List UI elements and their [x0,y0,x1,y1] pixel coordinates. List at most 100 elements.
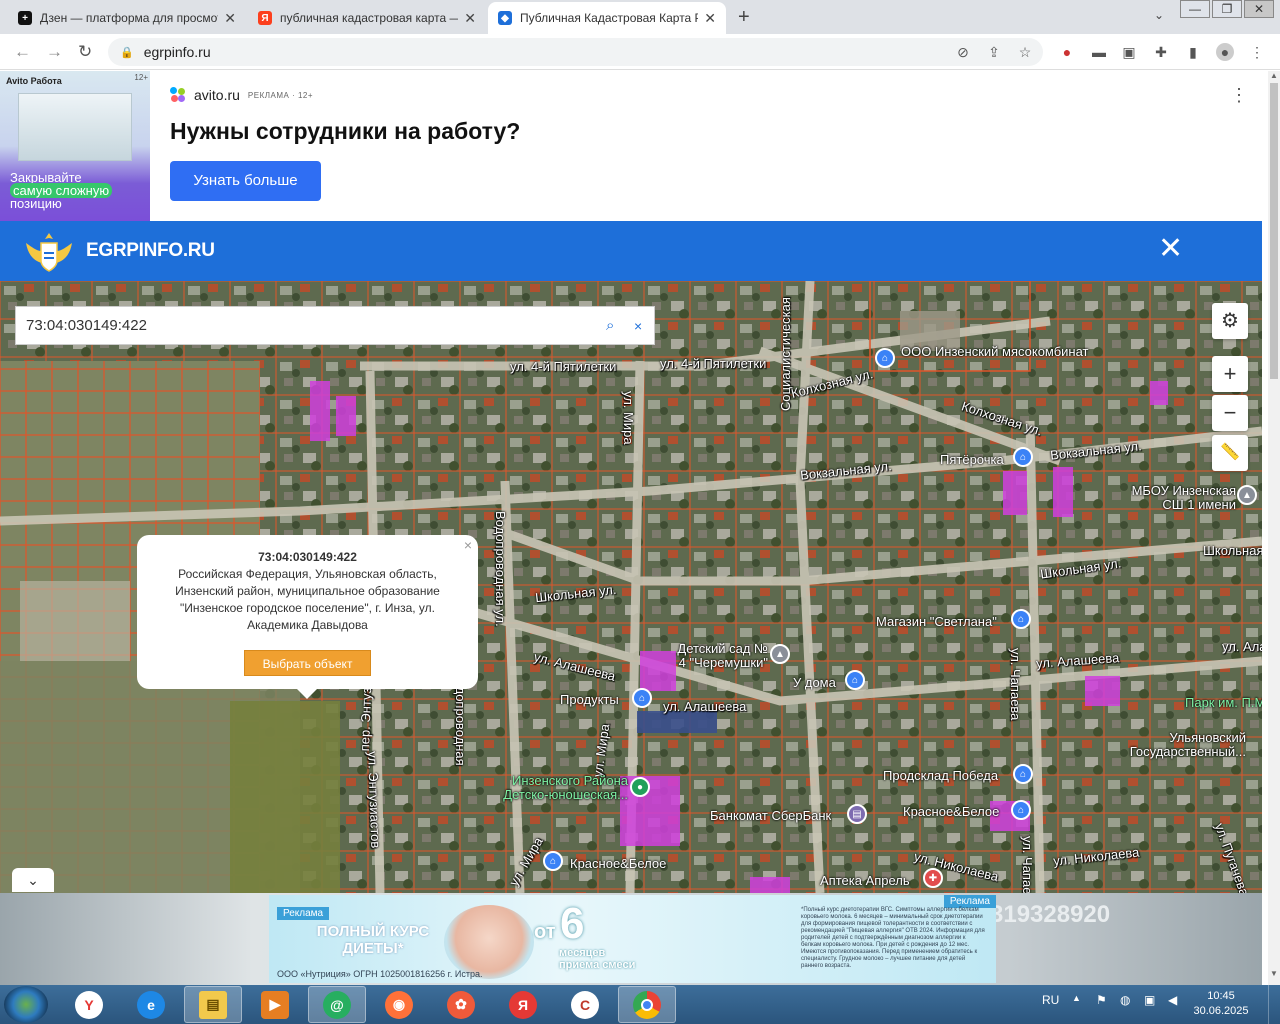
poi-label[interactable]: Инзенского Района Детско-юношеская... [470,774,628,802]
ad-company: ООО «Нутриция» ОГРН 1025001816256 г. Ист… [277,969,483,979]
shop-pin-icon[interactable]: ⌂ [543,851,563,871]
poi-label[interactable]: У дома [793,676,836,690]
tab-yandex[interactable]: Я публичная кадастровая карта — ✕ [248,2,486,34]
shop-pin-icon[interactable]: ⌂ [845,670,865,690]
poi-label[interactable]: ООО Инзенский мясокомбинат [901,345,1089,359]
site-brand[interactable]: EGRPINFO.RU [86,240,215,262]
scroll-down-icon[interactable]: ▼ [1270,969,1278,978]
cadastral-map[interactable]: ул. 4-й Пятилетки ул. 4-й Пятилетки ул. … [0,281,1262,893]
tray-expand-icon[interactable]: ▲ [1072,993,1081,1003]
nutricia-ad[interactable]: Реклама Реклама ПОЛНЫЙ КУРС ДИЕТЫ* от 6 … [269,895,996,983]
tray-icon[interactable]: ◍ [1120,993,1130,1007]
flag-icon[interactable]: ⚑ [1096,993,1107,1007]
settings-gear-icon[interactable]: ⚙ [1212,303,1248,339]
taskbar-firefox[interactable]: ◉ [370,986,428,1023]
extension-icon[interactable]: ▣ [1120,43,1138,61]
shop-pin-icon[interactable]: ⌂ [875,348,895,368]
sidebar-icon[interactable]: ▮ [1184,43,1202,61]
school-pin-icon[interactable]: ▲ [1237,485,1257,505]
extension-icon[interactable]: ▬ [1090,43,1108,61]
reload-icon[interactable]: ↻ [78,42,92,62]
share-icon[interactable]: ⇪ [985,43,1003,61]
shop-pin-icon[interactable]: ⌂ [1013,447,1033,467]
ad-banner-bottom[interactable]: 319328920 Реклама Реклама ПОЛНЫЙ КУРС ДИ… [0,893,1262,985]
poi-label[interactable]: Продукты [560,693,619,707]
system-clock[interactable]: 10:45 30.06.2025 [1192,989,1250,1019]
eagle-logo-icon[interactable] [22,229,76,275]
poi-label[interactable]: Магазин "Светлана" [876,615,997,629]
scroll-up-icon[interactable]: ▲ [1270,71,1278,80]
profile-avatar[interactable]: ● [1216,43,1234,61]
taskbar-chrome[interactable] [618,986,676,1023]
ad-learn-more-button[interactable]: Узнать больше [170,161,321,201]
poi-label[interactable]: Продсклад Победа [883,769,998,783]
scrollbar-thumb[interactable] [1270,83,1278,379]
shop-pin-icon[interactable]: ⌂ [1013,764,1033,784]
maximize-button[interactable]: ❐ [1212,0,1242,18]
ad-headline[interactable]: Нужны сотрудники на работу? [170,118,520,145]
taskbar-explorer[interactable]: ▤ [184,986,242,1023]
close-window-button[interactable]: ✕ [1244,0,1274,18]
school-pin-icon[interactable]: ▲ [770,644,790,664]
poi-label[interactable]: Банкомат СберБанк [710,809,831,823]
puzzle-icon[interactable]: ✚ [1152,43,1170,61]
ad-banner-top[interactable]: Avito Работа 12+ Закрывайте самую сложну… [0,71,1268,221]
zoom-out-button[interactable]: − [1212,395,1248,431]
select-object-button[interactable]: Выбрать объект [244,650,371,676]
taskbar-yandex-browser[interactable]: Y [60,986,118,1023]
shop-pin-icon[interactable]: ⌂ [632,688,652,708]
back-icon[interactable]: ← [14,42,31,62]
ruler-icon[interactable]: 📏 [1212,435,1248,471]
poi-label[interactable]: Парк им. П.М [1185,696,1262,710]
search-icon[interactable]: ⌕ [606,317,624,334]
close-icon[interactable]: ✕ [224,10,236,27]
volume-icon[interactable]: ◀ [1168,993,1177,1007]
cadastral-search-box[interactable]: 73:04:030149:422 ⌕ × [15,306,655,345]
avito-ad-image[interactable]: Avito Работа 12+ Закрывайте самую сложну… [0,71,150,221]
minimize-button[interactable]: — [1180,0,1210,18]
poi-label[interactable]: Аптека Апрель [820,874,910,888]
poi-label[interactable]: Красное&Белое [570,857,666,871]
sport-pin-icon[interactable]: ● [630,777,650,797]
tab-zen[interactable]: + Дзен — платформа для просмотра ✕ [8,2,246,34]
shop-pin-icon[interactable]: ⌂ [1011,800,1031,820]
clear-search-button[interactable]: × [634,318,648,334]
collapse-panel-button[interactable]: ⌄ [12,868,54,892]
taskbar-media-player[interactable]: ▶ [246,986,304,1023]
zoom-in-button[interactable]: + [1212,356,1248,392]
address-bar[interactable]: 🔒 egrpinfo.ru [108,38,1043,66]
language-indicator[interactable]: RU [1042,993,1059,1007]
close-icon[interactable]: ✕ [464,10,476,27]
bookmark-star-icon[interactable]: ☆ [1016,43,1034,61]
poi-label[interactable]: Детский сад № 4 "Черемушки" [668,642,768,670]
taskbar-app[interactable]: ✿ [432,986,490,1023]
taskbar-ie[interactable]: e [122,986,180,1023]
new-tab-button[interactable]: + [738,6,750,29]
atm-pin-icon[interactable]: ▤ [847,804,867,824]
close-icon[interactable]: ✕ [704,10,716,27]
extension-icon[interactable]: ● [1058,43,1076,61]
shop-pin-icon[interactable]: ⌂ [1011,609,1031,629]
taskbar-yandex[interactable]: Я [494,986,552,1023]
poi-label[interactable]: Ульяновский Государственный... [1118,731,1246,759]
tab-egrpinfo[interactable]: ◆ Публичная Кадастровая Карта Р ✕ [488,2,726,34]
blocked-popup-icon[interactable]: ⊘ [954,43,972,61]
pharmacy-pin-icon[interactable]: ✚ [923,868,943,888]
poi-label[interactable]: МБОУ Инзенская СШ 1 имени [1118,484,1236,512]
show-desktop-button[interactable] [1268,985,1280,1024]
poi-label[interactable]: Красное&Белое [903,805,999,819]
close-map-button[interactable]: ✕ [1158,234,1183,264]
tab-search-icon[interactable]: ⌄ [1154,8,1164,22]
close-popup-button[interactable]: × [464,537,472,554]
taskbar-ccleaner[interactable]: C [556,986,614,1023]
network-icon[interactable]: ▣ [1144,993,1155,1007]
taskbar-mail[interactable]: @ [308,986,366,1023]
start-button[interactable] [4,986,48,1023]
forward-icon[interactable]: → [46,42,63,62]
ad-menu-icon[interactable]: ⋮ [1230,85,1248,106]
search-input[interactable]: 73:04:030149:422 [26,317,606,334]
page-scrollbar[interactable]: ▲ ▼ [1268,71,1280,985]
poi-label[interactable]: Пятёрочка [940,453,1004,467]
street-label: ул. Алашеева [663,699,747,714]
menu-icon[interactable]: ⋮ [1248,43,1266,61]
